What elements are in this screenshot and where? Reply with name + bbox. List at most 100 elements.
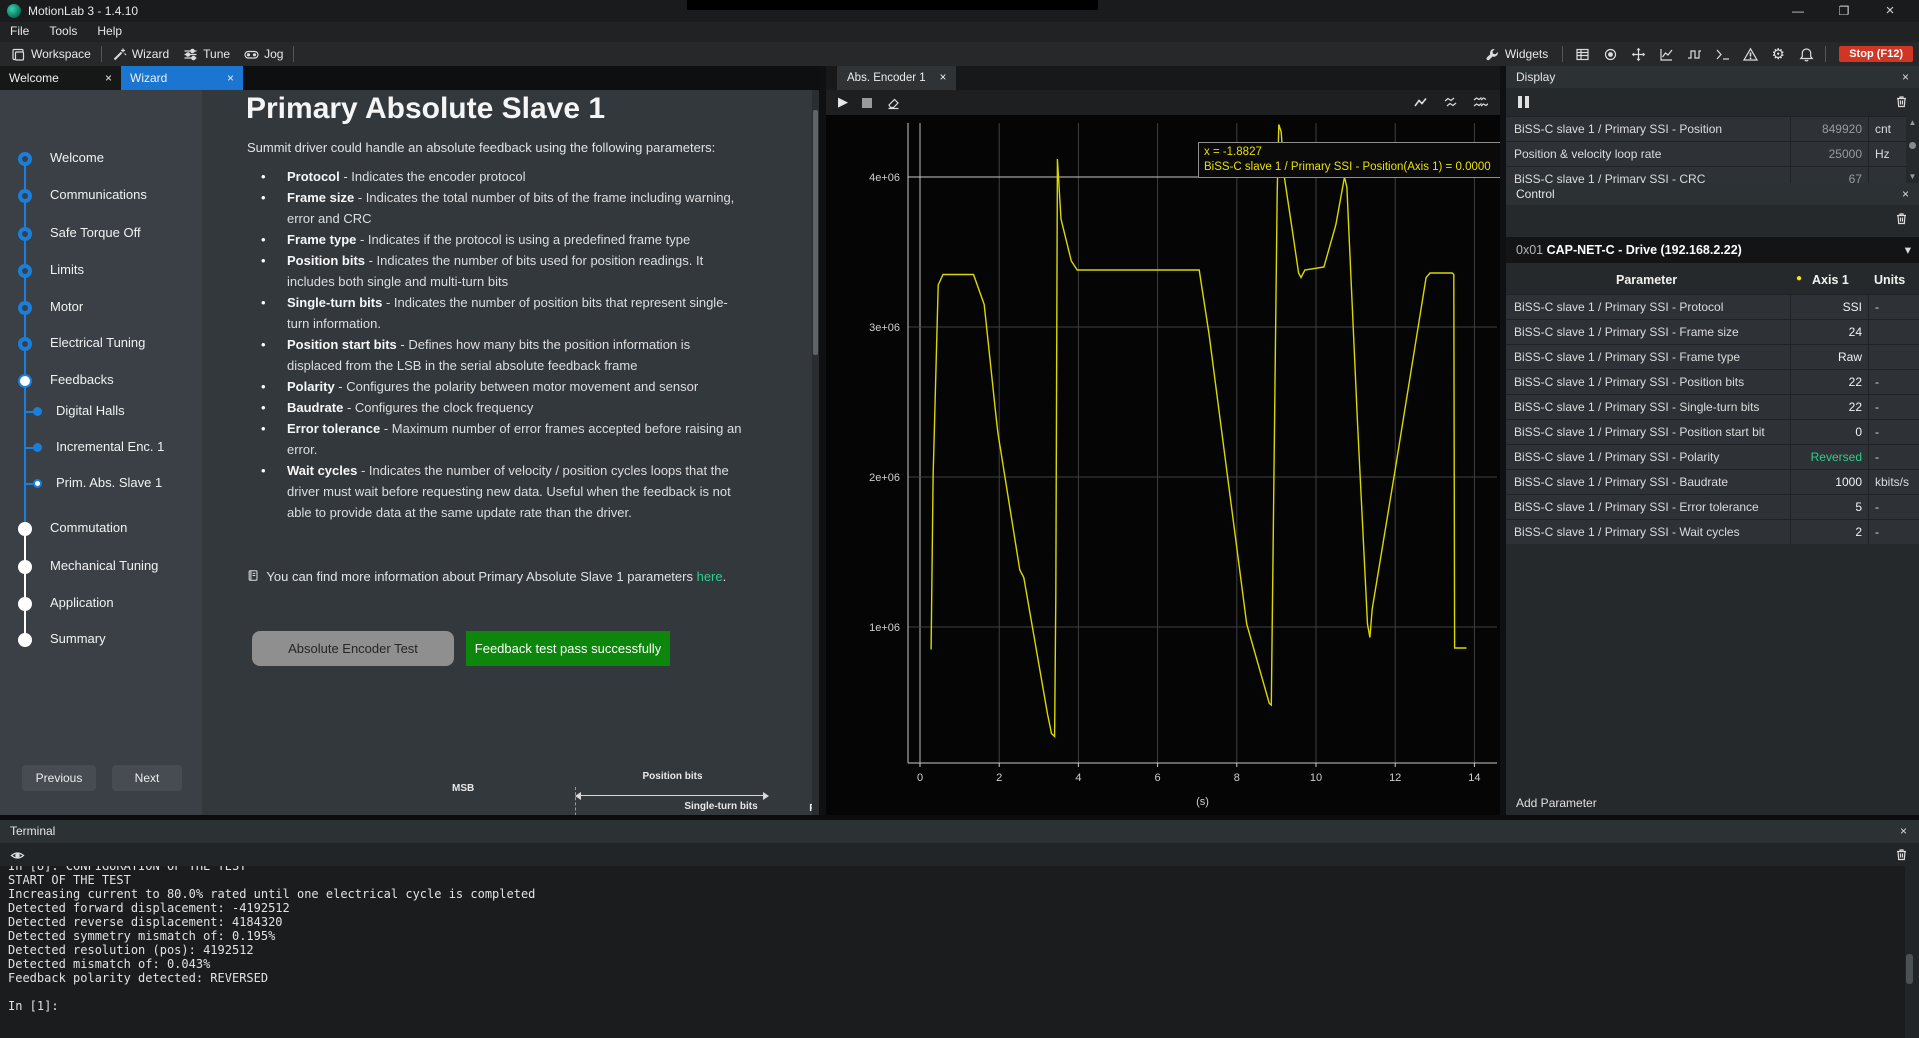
signals-4-button[interactable]	[1473, 95, 1488, 110]
sidebar-item-digital-halls[interactable]: Digital Halls	[56, 403, 125, 418]
control-row[interactable]: BiSS-C slave 1 / Primary SSI - Position …	[1506, 369, 1919, 394]
sidebar-item-feedbacks[interactable]: Feedbacks	[50, 372, 114, 387]
tune-icon	[183, 47, 198, 62]
widgets-button[interactable]: Widgets	[1478, 42, 1555, 66]
scroll-up-icon[interactable]: ▲	[1906, 118, 1919, 127]
menu-help[interactable]: Help	[87, 22, 132, 40]
stop-button[interactable]: Stop (F12)	[1839, 46, 1913, 62]
control-row[interactable]: BiSS-C slave 1 / Primary SSI - Frame typ…	[1506, 344, 1919, 369]
display-row[interactable]: BiSS-C slave 1 / Primary SSI - Position8…	[1506, 116, 1919, 141]
sidebar-item-summary[interactable]: Summary	[50, 631, 106, 646]
control-row[interactable]: BiSS-C slave 1 / Primary SSI - ProtocolS…	[1506, 294, 1919, 319]
control-row[interactable]: BiSS-C slave 1 / Primary SSI - Baudrate1…	[1506, 469, 1919, 494]
pause-button[interactable]	[1518, 96, 1529, 108]
trash-icon	[1894, 94, 1909, 109]
terminal-eye-icon[interactable]	[10, 848, 25, 863]
gear-button[interactable]: ⚙	[1766, 42, 1790, 66]
sidebar-item-communications[interactable]: Communications	[50, 187, 147, 202]
workspace-button[interactable]: Workspace	[4, 42, 98, 66]
close-button[interactable]: ×	[1868, 0, 1912, 22]
warning-button[interactable]	[1738, 42, 1762, 66]
sidebar-item-application[interactable]: Application	[50, 595, 114, 610]
play-button[interactable]: ▶	[838, 94, 848, 110]
square-wave-icon	[1687, 47, 1702, 62]
scroll-thumb[interactable]	[1909, 142, 1916, 149]
control-close-icon[interactable]: ×	[1902, 183, 1909, 205]
position-chart[interactable]: 024681012141e+062e+063e+064e+06(s)	[826, 115, 1500, 815]
table-button[interactable]	[1570, 42, 1594, 66]
maximize-button[interactable]: ❐	[1822, 0, 1866, 22]
terminal-trash-icon[interactable]	[1894, 847, 1909, 862]
bullet-item: Position start bits - Defines how many b…	[247, 334, 743, 376]
sidebar-item-electrical-tuning[interactable]: Electrical Tuning	[50, 335, 145, 350]
terminal-line-clipped: In [8]: CONFIGURATION OF THE TEST	[8, 866, 1905, 873]
tab-abs-encoder-close-icon[interactable]: ×	[940, 72, 947, 84]
tab-wizard-close-icon[interactable]: ×	[227, 71, 234, 85]
table-icon	[1575, 47, 1590, 62]
menu-tools[interactable]: Tools	[39, 22, 87, 40]
display-close-icon[interactable]: ×	[1902, 66, 1909, 88]
chevron-down-icon[interactable]: ▾	[1905, 237, 1911, 263]
control-toolbar	[1506, 205, 1919, 233]
control-row[interactable]: BiSS-C slave 1 / Primary SSI - Position …	[1506, 419, 1919, 444]
control-row[interactable]: BiSS-C slave 1 / Primary SSI - Frame siz…	[1506, 319, 1919, 344]
absolute-encoder-test-button[interactable]: Absolute Encoder Test	[252, 631, 454, 666]
here-link[interactable]: here	[697, 569, 723, 584]
sidebar-item-welcome[interactable]: Welcome	[50, 150, 104, 165]
svg-text:14: 14	[1468, 772, 1480, 784]
signals-4-icon	[1473, 95, 1488, 110]
tune-button[interactable]: Tune	[176, 42, 237, 66]
next-button[interactable]: Next	[112, 765, 182, 791]
signal-line-button[interactable]	[1413, 95, 1428, 110]
control-table-header: Parameter ● Axis 1 Units	[1506, 267, 1919, 294]
tab-abs-encoder-1[interactable]: Abs. Encoder 1 ×	[837, 66, 956, 90]
display-trash-icon[interactable]	[1894, 94, 1909, 109]
square-wave-button[interactable]	[1682, 42, 1706, 66]
left-splitter[interactable]	[819, 66, 826, 815]
sidebar-item-limits[interactable]: Limits	[50, 262, 84, 277]
scroll-down-icon[interactable]: ▼	[1906, 172, 1919, 181]
control-row[interactable]: BiSS-C slave 1 / Primary SSI - Wait cycl…	[1506, 519, 1919, 544]
bullet-item: Single-turn bits - Indicates the number …	[247, 292, 743, 334]
sidebar-item-commutation[interactable]: Commutation	[50, 520, 127, 535]
step-dot	[18, 522, 32, 536]
sidebar-item-prim-abs-slave-1[interactable]: Prim. Abs. Slave 1	[56, 475, 162, 490]
stop-capture-button[interactable]	[862, 98, 872, 108]
minimize-button[interactable]: —	[1776, 0, 1820, 22]
control-row[interactable]: BiSS-C slave 1 / Primary SSI - PolarityR…	[1506, 444, 1919, 469]
wizard-button[interactable]: Wizard	[105, 42, 176, 66]
tab-wizard[interactable]: Wizard ×	[121, 66, 243, 90]
eye-button[interactable]	[1598, 42, 1622, 66]
control-row[interactable]: BiSS-C slave 1 / Primary SSI - Single-tu…	[1506, 394, 1919, 419]
sidebar-item-safe-torque-off[interactable]: Safe Torque Off	[50, 225, 141, 240]
control-row[interactable]: BiSS-C slave 1 / Primary SSI - Error tol…	[1506, 494, 1919, 519]
sidebar-item-mechanical-tuning[interactable]: Mechanical Tuning	[50, 558, 158, 573]
terminal-button[interactable]	[1710, 42, 1734, 66]
signals-2-button[interactable]	[1443, 95, 1458, 110]
previous-button[interactable]: Previous	[22, 765, 96, 791]
display-scrollbar[interactable]: ▲ ▼	[1906, 116, 1919, 183]
terminal-scroll-thumb[interactable]	[1906, 954, 1913, 984]
bell-button[interactable]	[1794, 42, 1818, 66]
terminal-close-icon[interactable]: ×	[1900, 820, 1907, 843]
control-table: BiSS-C slave 1 / Primary SSI - ProtocolS…	[1506, 294, 1919, 544]
jog-button[interactable]: Jog	[237, 42, 290, 66]
clear-button[interactable]	[886, 95, 901, 110]
scope-tab-bar: Abs. Encoder 1 ×	[826, 66, 1500, 90]
add-parameter-button[interactable]: Add Parameter	[1516, 796, 1597, 810]
chart-button[interactable]	[1654, 42, 1678, 66]
move-button[interactable]	[1626, 42, 1650, 66]
sidebar-item-motor[interactable]: Motor	[50, 299, 83, 314]
terminal-console[interactable]: In [8]: CONFIGURATION OF THE TESTSTART O…	[0, 866, 1905, 1038]
sidebar-item-incremental-enc-1[interactable]: Incremental Enc. 1	[56, 439, 164, 454]
display-row[interactable]: Position & velocity loop rate25000Hz	[1506, 141, 1919, 166]
content-scrollbar-thumb[interactable]	[813, 110, 818, 355]
terminal-scrollbar[interactable]	[1905, 866, 1915, 1038]
tab-welcome[interactable]: Welcome ×	[0, 66, 121, 90]
display-row[interactable]: BiSS-C slave 1 / Primary SSI - CRC67	[1506, 166, 1919, 183]
device-selector[interactable]: 0x01 CAP-NET-C - Drive (192.168.2.22) ▾	[1506, 237, 1919, 263]
control-trash-icon[interactable]	[1894, 211, 1909, 226]
step-dot	[18, 633, 32, 647]
tab-welcome-close-icon[interactable]: ×	[105, 71, 112, 85]
menu-file[interactable]: File	[0, 22, 39, 40]
